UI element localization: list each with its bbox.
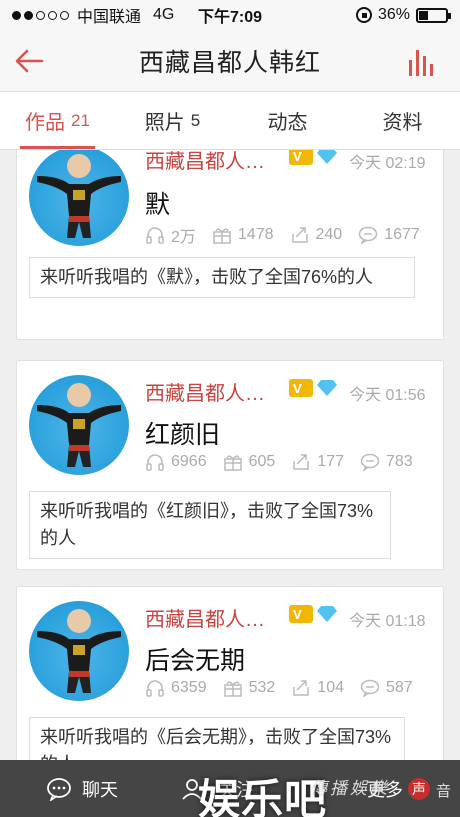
carrier-name: 中国联通 xyxy=(77,9,142,26)
gift-icon xyxy=(223,455,242,471)
tab-photos[interactable]: 照片 5 xyxy=(115,92,230,149)
watermark-sound: 音 xyxy=(436,783,452,800)
comment-count: 1677 xyxy=(384,226,420,243)
vip-badge-icon: V xyxy=(289,605,313,623)
comment-icon xyxy=(358,226,378,244)
chat-label: 聊天 xyxy=(82,780,118,800)
share-count: 104 xyxy=(317,679,344,696)
share-count: 240 xyxy=(315,226,343,243)
avatar[interactable] xyxy=(29,601,129,701)
work-title[interactable]: 红颜旧 xyxy=(145,415,220,451)
gift-count: 605 xyxy=(248,453,276,470)
page-title: 西藏昌都人韩红 xyxy=(138,48,321,77)
watermark-signature: 傳播娛樂 xyxy=(310,779,390,798)
network-type: 4G xyxy=(153,6,175,23)
comment-icon xyxy=(360,453,380,471)
headphones-icon xyxy=(146,680,164,697)
listen-count: 6966 xyxy=(171,453,207,470)
avatar[interactable] xyxy=(29,375,129,475)
work-title[interactable]: 默 xyxy=(145,185,170,221)
work-card[interactable]: 西藏昌都人… V 今天 01:18 后会无期 6359 532 104 587 … xyxy=(16,586,444,760)
gift-icon xyxy=(213,228,231,244)
watermark-logo: 娱乐吧 xyxy=(198,775,328,817)
vip-badge-icon: V xyxy=(289,379,313,397)
tab-count: 21 xyxy=(71,110,90,130)
work-description[interactable]: 来听听我唱的《后会无期》，击败了全国73%的人 xyxy=(29,717,405,760)
gift-count: 532 xyxy=(248,679,276,696)
work-stats: 6359 532 104 587 xyxy=(145,679,413,697)
tab-count: 5 xyxy=(190,110,201,130)
headphones-icon xyxy=(146,227,164,244)
vip-badge-icon: V xyxy=(289,150,313,165)
share-icon xyxy=(293,680,310,696)
listen-count: 2万 xyxy=(171,229,196,246)
work-stats: 2万 1478 240 1677 xyxy=(145,223,420,247)
work-card[interactable]: 西藏昌都人… V 今天 01:56 红颜旧 6966 605 177 783 来… xyxy=(16,360,444,570)
listen-count: 6359 xyxy=(171,679,207,696)
profile-tabs: 作品 21 照片 5 动态 资料 xyxy=(0,92,460,150)
comment-count: 587 xyxy=(386,679,413,696)
headphones-icon xyxy=(146,454,164,471)
author-name[interactable]: 西藏昌都人… xyxy=(145,377,265,406)
post-time: 今天 01:18 xyxy=(349,613,426,630)
tab-label: 动态 xyxy=(267,112,308,134)
share-count: 177 xyxy=(317,453,344,470)
tab-works[interactable]: 作品 21 xyxy=(0,92,115,149)
nav-header: 西藏昌都人韩红 xyxy=(0,30,460,92)
post-time: 今天 02:19 xyxy=(349,155,426,172)
signal-strength-icon xyxy=(12,10,69,20)
battery-percent: 36% xyxy=(377,6,410,23)
gift-icon xyxy=(223,681,242,697)
works-feed[interactable]: 西藏昌都人… V 今天 02:19 默 2万 1478 240 1677 来听听… xyxy=(0,150,460,760)
bottom-action-bar: 聊天 关注 更多 娱乐吧 傳播娛樂 声 音 xyxy=(0,760,460,817)
status-bar: 中国联通 4G 下午7:09 36% xyxy=(0,0,460,30)
avatar[interactable] xyxy=(29,150,129,246)
back-arrow-icon[interactable] xyxy=(12,44,46,78)
svg-text:V: V xyxy=(293,150,302,164)
diamond-icon xyxy=(317,380,337,396)
svg-text:V: V xyxy=(293,381,302,396)
chat-button[interactable]: 聊天 xyxy=(46,776,118,802)
work-title[interactable]: 后会无期 xyxy=(145,641,245,677)
diamond-icon xyxy=(317,150,337,164)
tab-profile-info[interactable]: 资料 xyxy=(345,92,460,149)
work-description[interactable]: 来听听我唱的《红颜旧》，击败了全国73%的人 xyxy=(29,491,391,559)
chat-bubble-icon xyxy=(47,778,71,801)
author-name[interactable]: 西藏昌都人… xyxy=(145,603,265,632)
share-icon xyxy=(291,227,308,243)
work-stats: 6966 605 177 783 xyxy=(145,453,413,471)
tab-activity[interactable]: 动态 xyxy=(230,92,345,149)
tab-label: 照片 xyxy=(144,112,185,134)
post-time: 今天 01:56 xyxy=(349,387,426,404)
diamond-icon xyxy=(317,606,337,622)
work-description[interactable]: 来听听我唱的《默》，击败了全国76%的人 xyxy=(29,257,415,298)
share-icon xyxy=(293,454,310,470)
comment-icon xyxy=(360,679,380,697)
work-card[interactable]: 西藏昌都人… V 今天 02:19 默 2万 1478 240 1677 来听听… xyxy=(16,150,444,340)
tab-label: 作品 xyxy=(25,112,66,134)
rotation-lock-icon xyxy=(355,7,372,23)
tab-label: 资料 xyxy=(382,112,423,134)
author-name[interactable]: 西藏昌都人… xyxy=(145,150,265,174)
stats-bars-icon[interactable] xyxy=(406,46,438,78)
svg-text:V: V xyxy=(293,607,302,622)
comment-count: 783 xyxy=(386,453,413,470)
watermark-stamp: 声 xyxy=(408,778,430,800)
gift-count: 1478 xyxy=(237,226,274,243)
battery-icon xyxy=(416,7,451,23)
